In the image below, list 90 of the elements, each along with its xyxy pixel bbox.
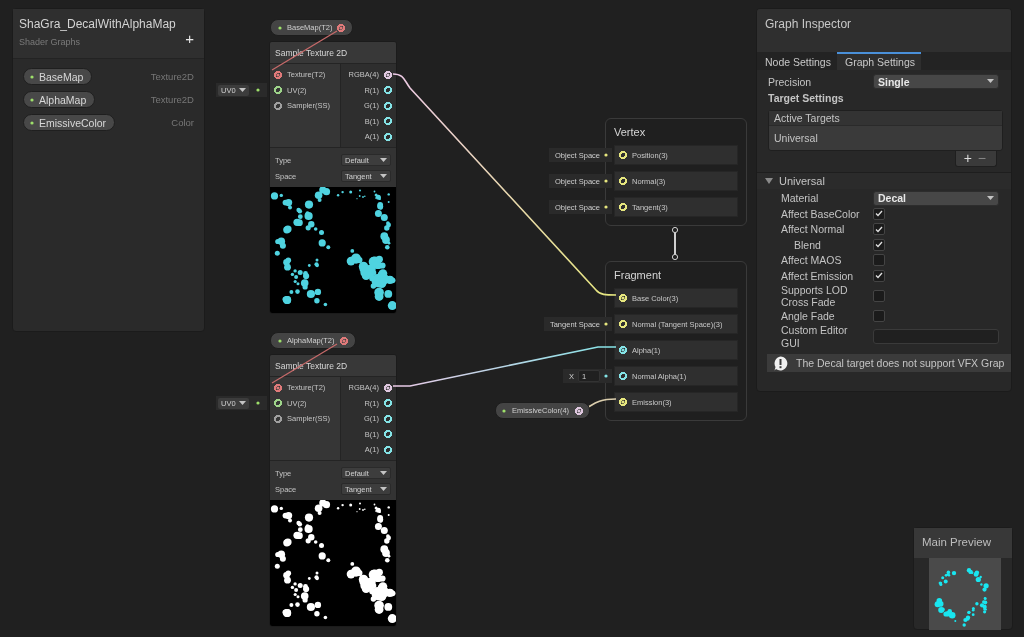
port-icon[interactable] xyxy=(274,414,282,423)
port-icon[interactable] xyxy=(619,372,627,380)
field-label: Precision xyxy=(768,75,813,88)
field-label: Affect MAOS xyxy=(781,254,843,267)
port-icon[interactable] xyxy=(274,70,282,79)
preview-title: Main Preview xyxy=(914,528,1012,558)
caret-icon xyxy=(380,157,387,163)
port-icon[interactable] xyxy=(384,132,392,141)
add-button[interactable]: + xyxy=(963,151,972,165)
foldout-icon[interactable] xyxy=(765,177,773,184)
field-label: Supports LOD Cross Fade xyxy=(781,283,849,309)
field-label: Blend xyxy=(794,238,822,251)
context-title: Fragment xyxy=(614,268,663,283)
property-pill[interactable]: BaseMap xyxy=(23,68,93,85)
dropdown[interactable]: Decal xyxy=(873,190,999,206)
warning-text: The Decal target does not support VFX Grap xyxy=(796,357,1005,369)
tab[interactable]: Graph Settings xyxy=(836,52,921,70)
port-icon[interactable] xyxy=(384,117,392,126)
port-dot-icon xyxy=(604,374,608,378)
port-dot-icon xyxy=(604,153,608,157)
port-icon[interactable] xyxy=(274,383,282,392)
checkbox[interactable] xyxy=(873,254,885,267)
panel-title: ShaGra_DecalWithAlphaMap xyxy=(19,17,177,31)
port-dot-icon xyxy=(604,179,608,183)
caret-icon xyxy=(380,470,387,476)
section-heading: Target Settings xyxy=(767,90,845,106)
port-icon[interactable] xyxy=(384,86,392,95)
property-name: AlphaMap xyxy=(39,93,87,106)
port-icon[interactable] xyxy=(384,430,392,439)
caret-icon xyxy=(380,173,387,179)
field-label: Material xyxy=(781,192,820,205)
port-icon[interactable] xyxy=(384,70,392,79)
port-dot-icon xyxy=(502,408,506,413)
node-title: Sample Texture 2D xyxy=(270,355,396,376)
port-dot-icon xyxy=(604,322,608,326)
port-icon[interactable] xyxy=(619,346,627,354)
precision-dropdown[interactable]: Single xyxy=(873,74,999,90)
port-icon[interactable] xyxy=(575,406,584,415)
text-field[interactable] xyxy=(873,329,999,344)
checkbox[interactable] xyxy=(873,238,885,251)
port-icon[interactable] xyxy=(384,101,392,110)
panel-subtitle: Shader Graphs xyxy=(19,37,81,47)
tab[interactable]: Node Settings xyxy=(757,52,837,70)
field-label: Affect BaseColor xyxy=(781,207,861,220)
port-dot-icon xyxy=(30,120,34,125)
caret-icon xyxy=(380,486,387,492)
property-type: Color xyxy=(171,117,194,128)
checkbox[interactable] xyxy=(873,223,885,236)
property-name: EmissiveColor xyxy=(39,116,107,129)
property-pill[interactable]: AlphaMap xyxy=(23,91,96,108)
checkbox[interactable] xyxy=(873,290,885,302)
port-dot-icon xyxy=(278,25,282,30)
port-dot-icon xyxy=(255,88,260,92)
caret-icon xyxy=(238,400,246,406)
caret-icon xyxy=(987,195,994,201)
property-name: BaseMap xyxy=(39,70,84,83)
property-type: Texture2D xyxy=(150,94,194,105)
property-pill[interactable]: EmissiveColor xyxy=(23,114,116,131)
connection-wire xyxy=(271,343,338,384)
list-header: Active Targets xyxy=(769,110,1002,126)
field-label: Affect Normal xyxy=(781,223,846,236)
property-type: Texture2D xyxy=(150,71,194,82)
port-icon[interactable] xyxy=(274,86,282,95)
port-dot-icon xyxy=(278,338,282,343)
port-icon[interactable] xyxy=(384,399,392,408)
port-dot-icon xyxy=(255,401,260,405)
section-title: Universal xyxy=(779,174,825,187)
context-title: Vertex xyxy=(614,125,647,140)
caret-icon xyxy=(987,79,994,85)
node-title: Sample Texture 2D xyxy=(270,42,396,63)
checkbox[interactable] xyxy=(873,207,885,220)
port-icon[interactable] xyxy=(384,414,392,423)
field-label: Affect Emission xyxy=(781,269,855,282)
port-dot-icon xyxy=(30,74,34,79)
add-button[interactable]: + xyxy=(183,31,196,46)
checkbox[interactable] xyxy=(873,269,885,282)
connection-wire xyxy=(271,30,338,71)
checkbox[interactable] xyxy=(873,310,885,323)
port-icon[interactable] xyxy=(274,101,282,110)
port-icon[interactable] xyxy=(384,445,392,454)
list-item[interactable]: Universal xyxy=(769,125,1002,150)
port-icon[interactable] xyxy=(384,383,392,392)
caret-icon xyxy=(238,87,246,93)
sphere-preview xyxy=(929,558,1001,630)
port-dot-icon xyxy=(604,205,608,209)
port-icon[interactable] xyxy=(274,399,282,408)
inspector-title: Graph Inspector xyxy=(757,9,1011,52)
field-label: Angle Fade xyxy=(781,310,836,323)
port-dot-icon xyxy=(30,97,34,102)
field-label: Custom Editor GUI xyxy=(781,324,849,349)
